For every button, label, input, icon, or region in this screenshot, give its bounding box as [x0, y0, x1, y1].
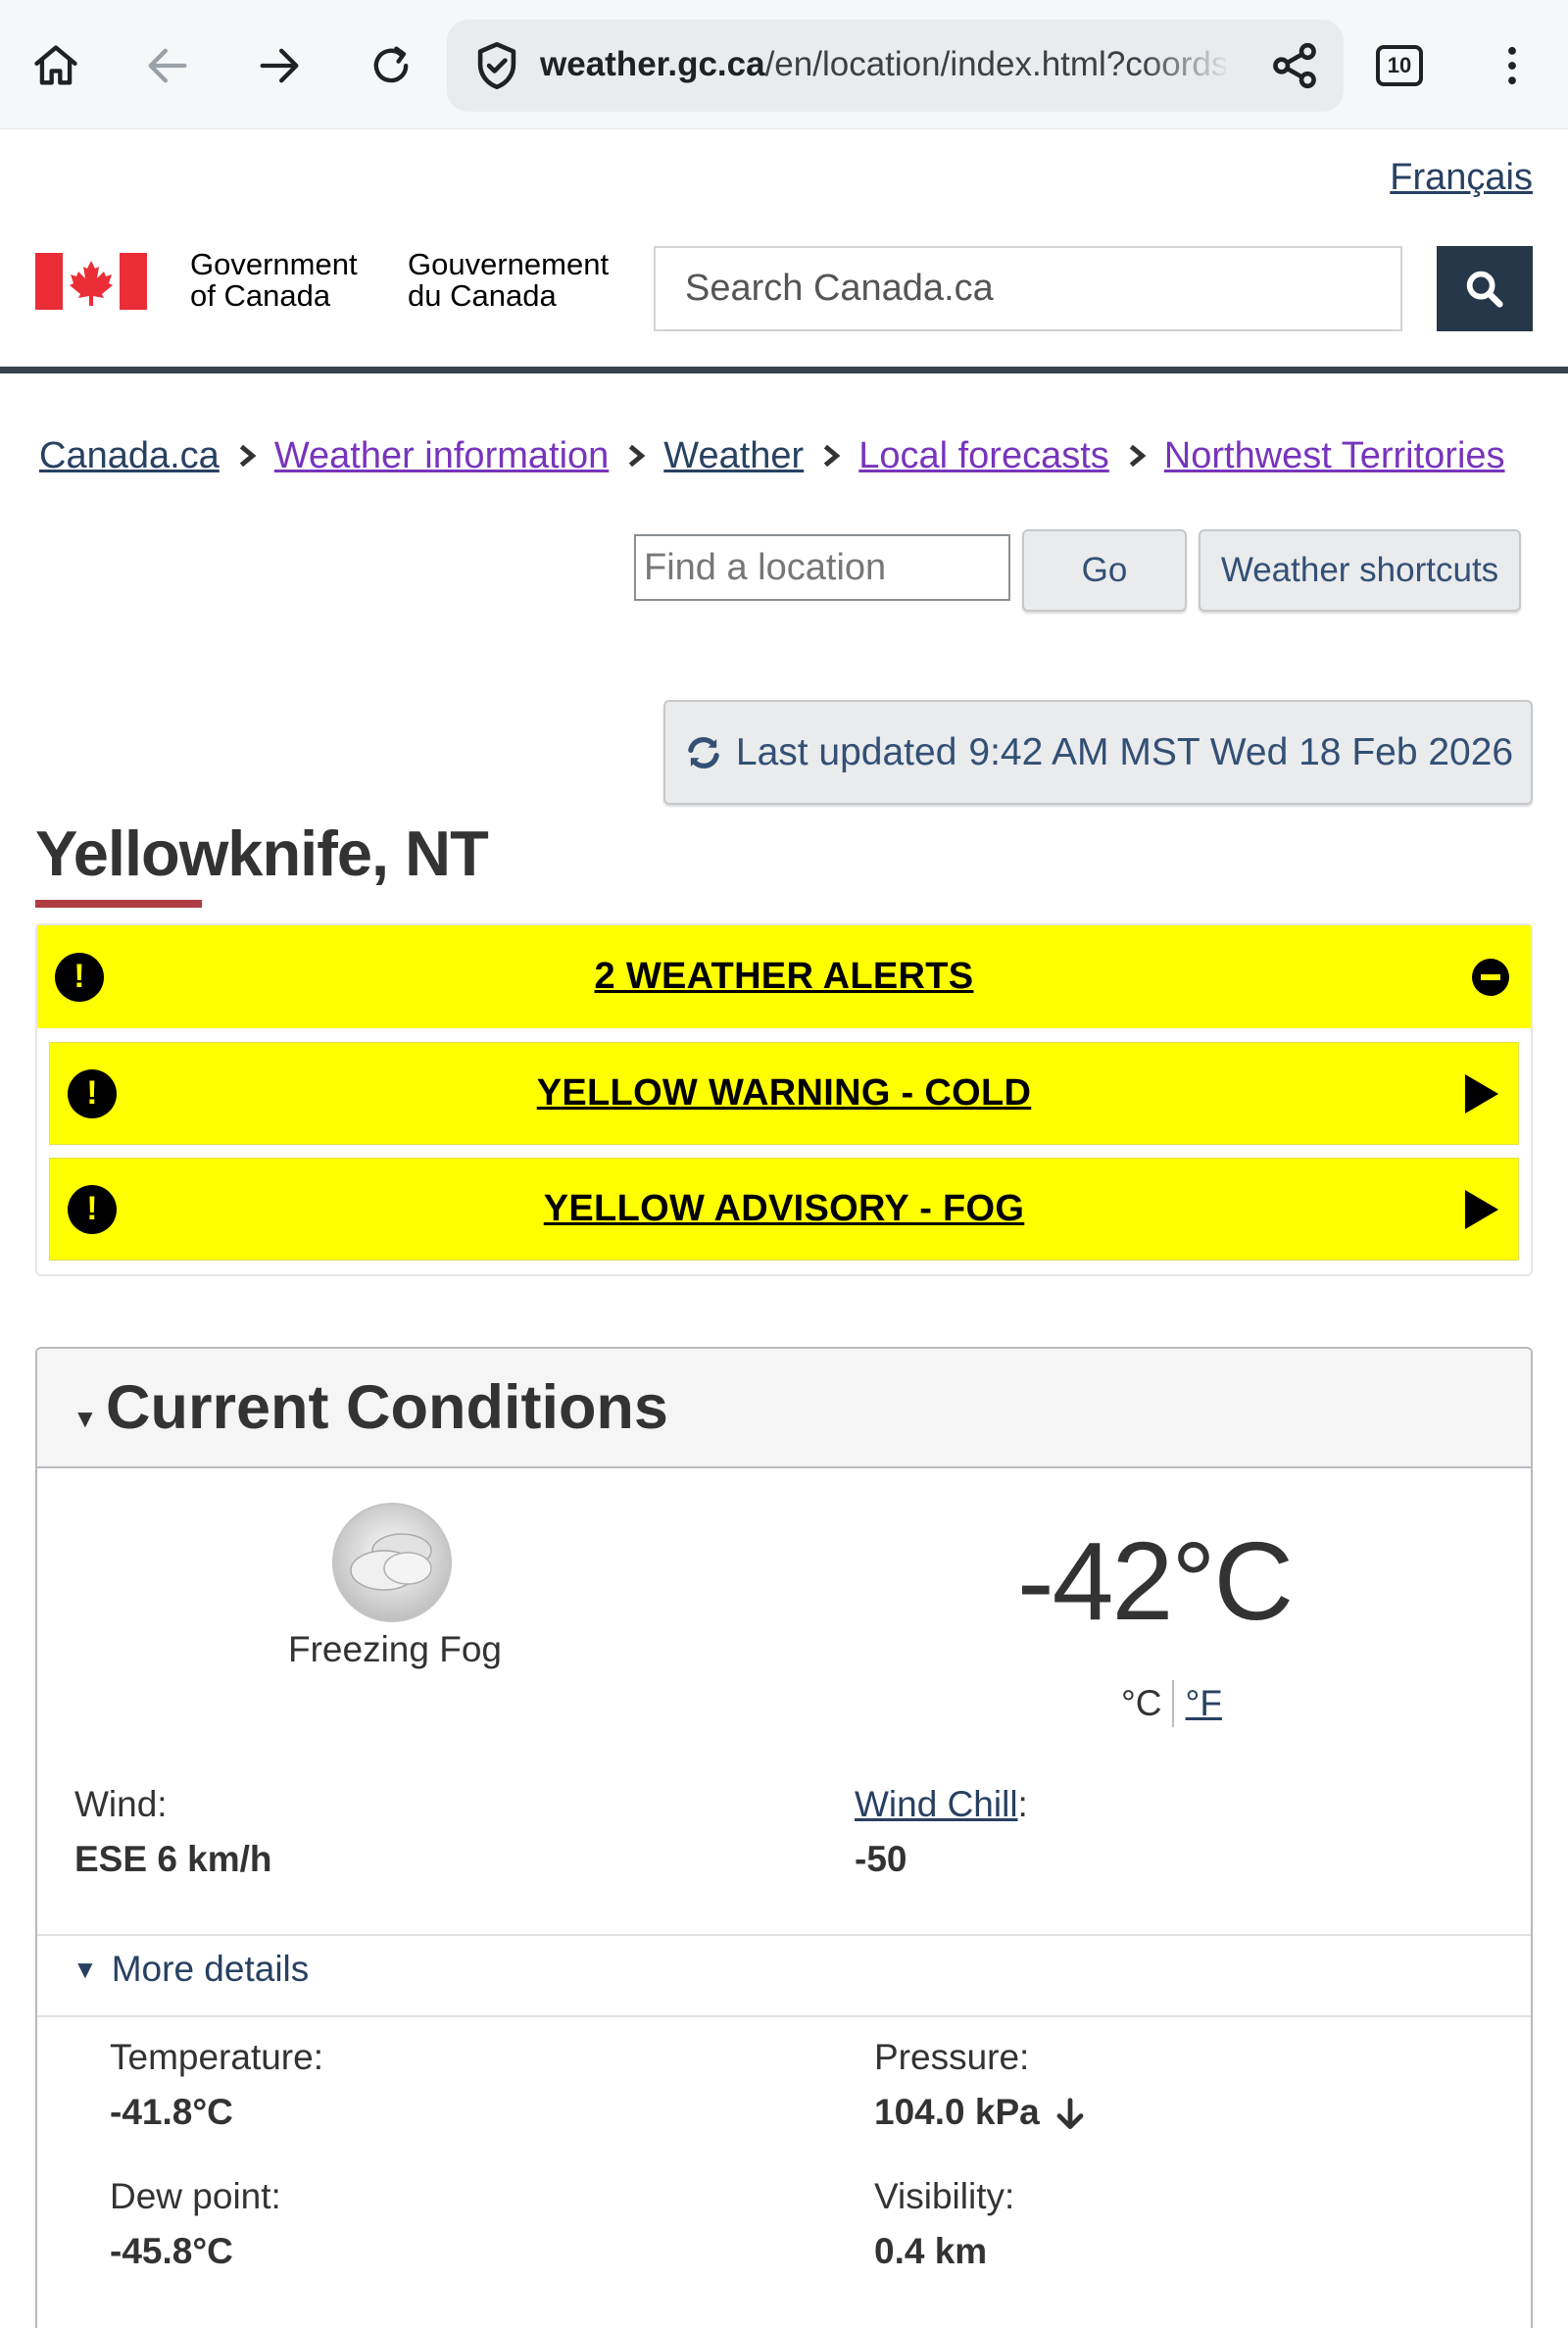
- reload-icon[interactable]: [357, 31, 425, 100]
- wind-value: ESE 6 km/h: [74, 1839, 272, 1879]
- details-divider: [37, 1934, 1531, 1936]
- language-toggle-link[interactable]: Français: [1390, 157, 1533, 199]
- go-button[interactable]: Go: [1022, 529, 1187, 612]
- exclamation-icon: !: [68, 1184, 117, 1234]
- alerts-summary-toggle[interactable]: ! 2 WEATHER ALERTS: [37, 925, 1531, 1028]
- overflow-menu-icon[interactable]: [1478, 31, 1546, 100]
- detail-pressure-value: 104.0 kPa: [874, 2092, 1040, 2132]
- unit-divider: [1171, 1680, 1174, 1727]
- chevron-right-icon: [1129, 444, 1147, 468]
- browser-toolbar: weather.gc.ca/en/location/index.html?coo…: [0, 0, 1568, 129]
- alerts-summary-label: 2 WEATHER ALERTS: [594, 956, 974, 997]
- current-conditions-title: Current Conditions: [106, 1373, 668, 1442]
- detail-temperature-value: -41.8°C: [110, 2092, 233, 2132]
- weather-shortcuts-button[interactable]: Weather shortcuts: [1199, 529, 1521, 612]
- location-search-placeholder: Find a location: [644, 546, 887, 588]
- detail-dew-point-value: -45.8°C: [110, 2231, 233, 2271]
- unit-fahrenheit-link[interactable]: °F: [1186, 1683, 1222, 1724]
- alert-item-label: YELLOW WARNING - COLD: [536, 1072, 1032, 1114]
- breadcrumb-weather[interactable]: Weather: [663, 435, 804, 477]
- tab-count-value: 10: [1387, 53, 1412, 77]
- gov-fr-line2: du Canada: [408, 278, 557, 313]
- condition-text: Freezing Fog: [288, 1629, 502, 1669]
- current-temperature: -42°C: [1017, 1519, 1294, 1643]
- title-accent-bar: [35, 900, 202, 908]
- unit-celsius: °C: [1121, 1683, 1162, 1723]
- caret-down-icon: ▼: [73, 1954, 98, 1984]
- share-icon[interactable]: [1266, 37, 1323, 94]
- government-wordmark-en: Government of Canada: [190, 249, 358, 312]
- detail-visibility-value: 0.4 km: [874, 2231, 988, 2271]
- breadcrumb-canada-ca[interactable]: Canada.ca: [39, 435, 220, 477]
- alert-item-cold-warning[interactable]: ! YELLOW WARNING - COLD: [49, 1042, 1519, 1145]
- freezing-fog-icon: [331, 1502, 453, 1623]
- exclamation-icon: !: [55, 952, 104, 1002]
- back-arrow-icon[interactable]: [133, 31, 202, 100]
- wind-label: Wind:: [74, 1784, 168, 1824]
- canada-flag-icon[interactable]: [35, 253, 147, 310]
- detail-visibility-label: Visibility:: [874, 2176, 1015, 2216]
- details-divider: [37, 2015, 1531, 2017]
- expand-arrow-icon: [1465, 1073, 1498, 1114]
- tab-count-icon[interactable]: 10: [1376, 45, 1423, 86]
- more-details-label: More details: [111, 1949, 310, 1989]
- forward-arrow-icon[interactable]: [245, 31, 314, 100]
- breadcrumb: Canada.ca Weather information Weather Lo…: [39, 431, 1505, 480]
- more-details-toggle[interactable]: ▼ More details: [73, 1949, 309, 1990]
- arrow-down-icon: [1056, 2098, 1084, 2130]
- breadcrumb-northwest-territories[interactable]: Northwest Territories: [1164, 435, 1505, 477]
- detail-temperature-label: Temperature:: [110, 2037, 323, 2077]
- chevron-right-icon: [629, 444, 646, 468]
- government-wordmark-fr: Gouvernement du Canada: [408, 249, 609, 312]
- last-updated-button[interactable]: Last updated 9:42 AM MST Wed 18 Feb 2026: [663, 700, 1533, 805]
- alert-item-fog-advisory[interactable]: ! YELLOW ADVISORY - FOG: [49, 1158, 1519, 1261]
- site-search-input[interactable]: Search Canada.ca: [654, 246, 1402, 331]
- wind-chill-link[interactable]: Wind Chill: [855, 1784, 1018, 1824]
- detail-pressure-label: Pressure:: [874, 2037, 1030, 2077]
- header-divider: [0, 367, 1568, 373]
- site-search-button[interactable]: [1437, 246, 1533, 331]
- breadcrumb-local-forecasts[interactable]: Local forecasts: [858, 435, 1109, 477]
- location-search-input[interactable]: Find a location: [634, 534, 1010, 601]
- detail-pressure-row: 104.0 kPa: [874, 2092, 1089, 2133]
- search-icon: [1466, 271, 1503, 308]
- page-title: Yellowknife, NT: [35, 817, 489, 889]
- home-icon[interactable]: [22, 31, 90, 100]
- site-search-placeholder: Search Canada.ca: [685, 268, 994, 309]
- expand-arrow-icon: [1465, 1189, 1498, 1229]
- url-host: weather.gc.ca: [540, 45, 765, 83]
- url-fade: [1143, 29, 1231, 102]
- caret-down-icon: ▼: [73, 1404, 98, 1433]
- url-text[interactable]: weather.gc.ca/en/location/index.html?coo…: [540, 45, 1226, 84]
- last-updated-time: 9:42 AM MST Wed 18 Feb 2026: [968, 730, 1514, 773]
- current-conditions-panel: ▼ Current Conditions Freezing Fog -42°C …: [35, 1347, 1533, 2328]
- chevron-right-icon: [239, 444, 257, 468]
- gov-en-line1: Government: [190, 247, 358, 281]
- wind-chill-label: Wind Chill:: [855, 1784, 1028, 1824]
- last-updated-label: Last updated: [735, 730, 957, 773]
- refresh-icon: [688, 736, 719, 768]
- collapse-minus-icon: [1472, 958, 1509, 996]
- exclamation-icon: !: [68, 1068, 117, 1118]
- address-bar[interactable]: weather.gc.ca/en/location/index.html?coo…: [447, 20, 1344, 112]
- alert-item-label: YELLOW ADVISORY - FOG: [543, 1188, 1025, 1229]
- detail-dew-point-label: Dew point:: [110, 2176, 281, 2216]
- wind-chill-value: -50: [855, 1839, 907, 1879]
- current-conditions-header[interactable]: ▼ Current Conditions: [37, 1349, 1531, 1468]
- gov-fr-line1: Gouvernement: [408, 247, 610, 281]
- chevron-right-icon: [824, 444, 841, 468]
- gov-en-line2: of Canada: [190, 278, 331, 313]
- unit-toggle: °C °F: [1121, 1680, 1222, 1727]
- breadcrumb-weather-information[interactable]: Weather information: [274, 435, 609, 477]
- shield-check-icon[interactable]: [468, 37, 525, 94]
